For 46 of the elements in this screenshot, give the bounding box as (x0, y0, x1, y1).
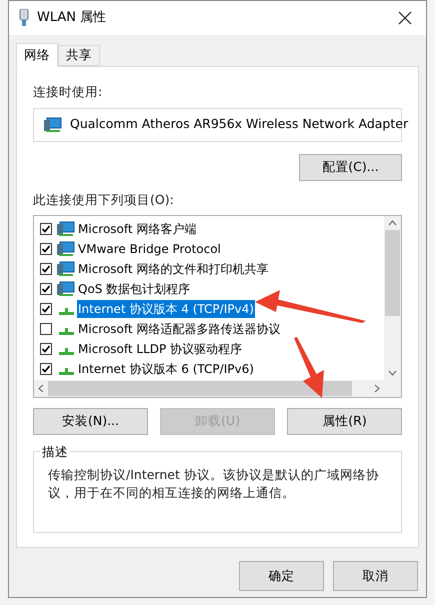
tab[interactable]: 网络 (16, 43, 58, 67)
action-button[interactable]: 安装(N)... (33, 408, 148, 434)
tab[interactable]: 共享 (58, 45, 100, 66)
list-label: 此连接使用下列项目(O): (33, 190, 175, 209)
scroll-up-icon[interactable] (388, 220, 397, 226)
checkbox[interactable] (40, 323, 52, 336)
wireless-adapter-icon (19, 9, 29, 27)
list-item[interactable]: VMware Bridge Protocol (77, 240, 222, 258)
checkbox[interactable] (40, 242, 52, 255)
checkbox[interactable] (40, 303, 52, 316)
description-text: 传输控制协议/Internet 协议。该协议是默认的广域网络协议，用于在不同的相互连接的网络上通信。 (48, 466, 380, 502)
network-computer-icon (44, 116, 62, 133)
scroll-right-icon[interactable] (374, 384, 380, 392)
checkbox[interactable] (40, 282, 52, 295)
list-item[interactable]: Microsoft 网络适配器多路传送器协议 (77, 320, 282, 338)
close-icon[interactable] (398, 11, 412, 25)
dialog-button[interactable]: 取消 (333, 561, 418, 591)
network-protocol-icon (58, 308, 74, 316)
network-protocol-icon (58, 368, 74, 376)
list-item[interactable]: Internet 协议版本 4 (TCP/IPv4) (77, 300, 255, 318)
checkbox[interactable] (40, 343, 52, 356)
scroll-down-icon[interactable] (388, 370, 397, 376)
network-computer-icon (57, 280, 75, 297)
list-item[interactable]: Internet 协议版本 6 (TCP/IPv6) (77, 360, 255, 378)
configure-button[interactable]: 配置(C)... (299, 154, 402, 181)
network-computer-icon (57, 240, 75, 257)
network-protocol-icon (58, 348, 74, 356)
network-computer-icon (57, 220, 75, 237)
scroll-left-icon[interactable] (38, 384, 44, 392)
checkbox[interactable] (40, 222, 52, 235)
action-button[interactable]: 属性(R) (287, 408, 402, 434)
list-item[interactable]: QoS 数据包计划程序 (77, 280, 192, 298)
checkbox[interactable] (40, 262, 52, 275)
arrow-drawing (294, 337, 324, 398)
list-item[interactable]: Microsoft 网络客户端 (77, 220, 198, 238)
adapter-name: Qualcomm Atheros AR956x Wireless Network Adapter (70, 115, 408, 134)
vertical-scrollbar[interactable] (384, 216, 401, 380)
network-protocol-icon (58, 328, 74, 336)
list-item[interactable]: Microsoft 网络的文件和打印机共享 (77, 260, 270, 278)
field-label: 连接时使用: (33, 83, 104, 101)
list-item[interactable]: Microsoft LLDP 协议驱动程序 (77, 340, 244, 358)
horizontal-scrollbar[interactable] (34, 380, 401, 396)
network-computer-icon (57, 260, 75, 277)
dialog-button[interactable]: 确定 (239, 561, 324, 591)
checkbox[interactable] (40, 363, 52, 376)
window-title: WLAN 属性 (37, 9, 106, 28)
